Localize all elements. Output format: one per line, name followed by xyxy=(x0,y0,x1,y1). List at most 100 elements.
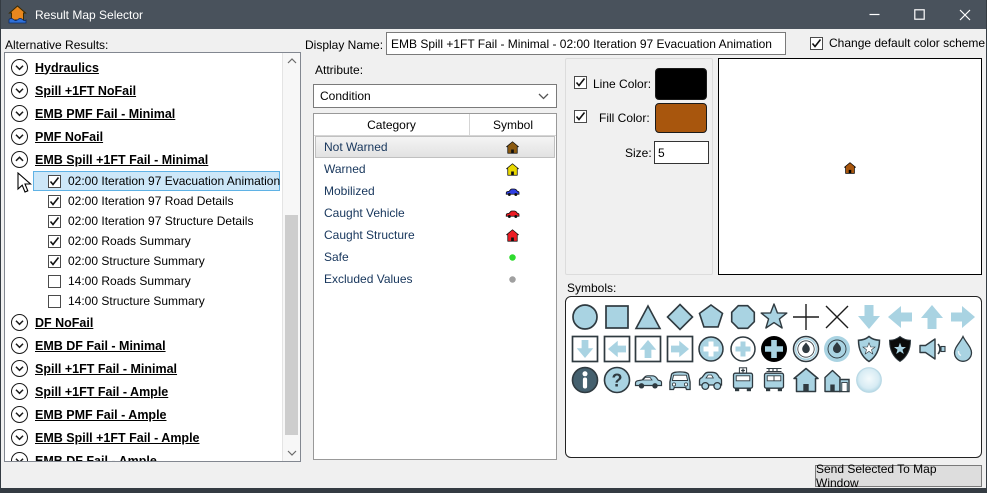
line-color-swatch[interactable] xyxy=(655,68,707,100)
chevron-down-icon[interactable] xyxy=(11,429,28,446)
tree-item-checkbox[interactable] xyxy=(48,214,61,228)
fire-badge-filled-icon[interactable] xyxy=(822,334,852,364)
tree-header[interactable]: Spill +1FT NoFail xyxy=(5,79,282,102)
category-row[interactable]: Mobilized xyxy=(315,180,555,202)
car-front-icon[interactable] xyxy=(665,365,695,395)
ambulance-icon[interactable] xyxy=(728,365,758,395)
tree-item[interactable]: 02:00 Structure Summary xyxy=(33,251,280,271)
tree-header[interactable]: EMB Spill +1FT Fail - Ample xyxy=(5,426,282,449)
chevron-down-icon[interactable] xyxy=(11,337,28,354)
diamond-icon[interactable] xyxy=(665,302,695,332)
tree-item[interactable]: 02:00 Iteration 97 Road Details xyxy=(33,191,280,211)
circle-cross-black-icon[interactable] xyxy=(759,334,789,364)
chevron-down-icon[interactable] xyxy=(11,360,28,377)
fill-color-checkbox[interactable] xyxy=(574,110,587,123)
chevron-down-icon[interactable] xyxy=(11,383,28,400)
star-icon[interactable] xyxy=(759,302,789,332)
fire-badge-icon[interactable] xyxy=(791,334,821,364)
category-row[interactable]: Warned xyxy=(315,158,555,180)
scroll-up-icon[interactable] xyxy=(283,53,300,69)
maximize-button[interactable] xyxy=(897,0,942,29)
tree-scrollbar[interactable] xyxy=(282,53,300,461)
category-row[interactable]: Safe xyxy=(315,246,555,268)
tree-item-checkbox[interactable] xyxy=(48,174,61,188)
display-name-input[interactable] xyxy=(386,32,786,55)
attribute-dropdown[interactable]: Condition xyxy=(313,84,557,108)
droplet-icon[interactable] xyxy=(948,334,978,364)
category-row[interactable]: Excluded Values xyxy=(315,268,555,290)
tree-item-checkbox[interactable] xyxy=(48,234,61,248)
arrow-right-icon[interactable] xyxy=(948,302,978,332)
police-badge-icon[interactable] xyxy=(854,334,884,364)
circle-icon[interactable] xyxy=(570,302,600,332)
chevron-down-icon[interactable] xyxy=(11,406,28,423)
tree-item[interactable]: 02:00 Iteration 97 Structure Details xyxy=(33,211,280,231)
triangle-icon[interactable] xyxy=(633,302,663,332)
arrow-right-box-icon[interactable] xyxy=(665,334,695,364)
send-to-map-button[interactable]: Send Selected To Map Window xyxy=(815,462,982,490)
x-cross-icon[interactable] xyxy=(822,302,852,332)
police-badge-black-icon[interactable] xyxy=(885,334,915,364)
scrollbar-thumb[interactable] xyxy=(285,215,298,435)
arrow-down-box-icon[interactable] xyxy=(570,334,600,364)
category-column-header[interactable]: Category xyxy=(314,114,470,135)
arrow-up-box-icon[interactable] xyxy=(633,334,663,364)
tree-item[interactable]: 14:00 Roads Summary xyxy=(33,271,280,291)
tree-header[interactable]: EMB DF Fail - Minimal xyxy=(5,334,282,357)
line-color-checkbox[interactable] xyxy=(574,76,587,89)
arrow-left-icon[interactable] xyxy=(885,302,915,332)
chevron-down-icon[interactable] xyxy=(11,105,28,122)
tree-header[interactable]: EMB DF Fail - Ample xyxy=(5,449,282,461)
circle-cross-blue-icon[interactable] xyxy=(728,334,758,364)
scroll-down-icon[interactable] xyxy=(283,445,300,461)
siren-icon[interactable] xyxy=(917,334,947,364)
category-row[interactable]: Not Warned xyxy=(315,136,555,158)
tree-header[interactable]: Spill +1FT Fail - Minimal xyxy=(5,357,282,380)
tree-item[interactable]: 02:00 Roads Summary xyxy=(33,231,280,251)
chevron-down-icon[interactable] xyxy=(11,128,28,145)
house-icon[interactable] xyxy=(791,365,821,395)
tree-header[interactable]: EMB PMF Fail - Minimal xyxy=(5,102,282,125)
tree-header[interactable]: EMB PMF Fail - Ample xyxy=(5,403,282,426)
chevron-down-icon[interactable] xyxy=(11,452,28,461)
tree-header[interactable]: PMF NoFail xyxy=(5,125,282,148)
plus-icon[interactable] xyxy=(791,302,821,332)
symbol-column-header[interactable]: Symbol xyxy=(470,114,556,135)
question-circle-icon[interactable]: ? xyxy=(602,365,632,395)
change-color-scheme-checkbox[interactable] xyxy=(810,36,823,50)
tree-header[interactable]: Spill +1FT Fail - Ample xyxy=(5,380,282,403)
chevron-down-icon[interactable] xyxy=(11,314,28,331)
arrow-left-box-icon[interactable] xyxy=(602,334,632,364)
circle-cross-white-icon[interactable] xyxy=(696,334,726,364)
arrow-up-icon[interactable] xyxy=(917,302,947,332)
square-icon[interactable] xyxy=(602,302,632,332)
tree-item[interactable]: 02:00 Iteration 97 Evacuation Animation xyxy=(33,171,280,191)
chevron-down-icon[interactable] xyxy=(11,59,28,76)
chevron-up-icon[interactable] xyxy=(11,151,28,168)
octagon-icon[interactable] xyxy=(728,302,758,332)
tree-item[interactable]: 14:00 Structure Summary xyxy=(33,291,280,311)
tree-item-checkbox[interactable] xyxy=(48,254,61,268)
fill-color-swatch[interactable] xyxy=(655,103,707,133)
tree-item-checkbox[interactable] xyxy=(48,274,61,288)
car-sedan-icon[interactable] xyxy=(633,365,663,395)
chevron-down-icon[interactable] xyxy=(11,82,28,99)
category-row[interactable]: Caught Vehicle xyxy=(315,202,555,224)
tree-header[interactable]: DF NoFail xyxy=(5,311,282,334)
tree-header[interactable]: Hydraulics xyxy=(5,56,282,79)
info-circle-icon[interactable] xyxy=(570,365,600,395)
category-table-header[interactable]: Category Symbol xyxy=(314,114,556,136)
car-side-icon[interactable] xyxy=(696,365,726,395)
arrow-down-icon[interactable] xyxy=(854,302,884,332)
size-input[interactable] xyxy=(654,141,709,164)
close-button[interactable] xyxy=(942,0,987,29)
tree-item-checkbox[interactable] xyxy=(48,194,61,208)
glow-circle-icon[interactable] xyxy=(854,365,884,395)
tree-item-checkbox[interactable] xyxy=(48,294,61,308)
pentagon-icon[interactable] xyxy=(696,302,726,332)
fire-truck-icon[interactable] xyxy=(759,365,789,395)
house-garage-icon[interactable] xyxy=(822,365,852,395)
tree-header[interactable]: EMB Spill +1FT Fail - Minimal xyxy=(5,148,282,171)
category-row[interactable]: Caught Structure xyxy=(315,224,555,246)
minimize-button[interactable] xyxy=(852,0,897,29)
